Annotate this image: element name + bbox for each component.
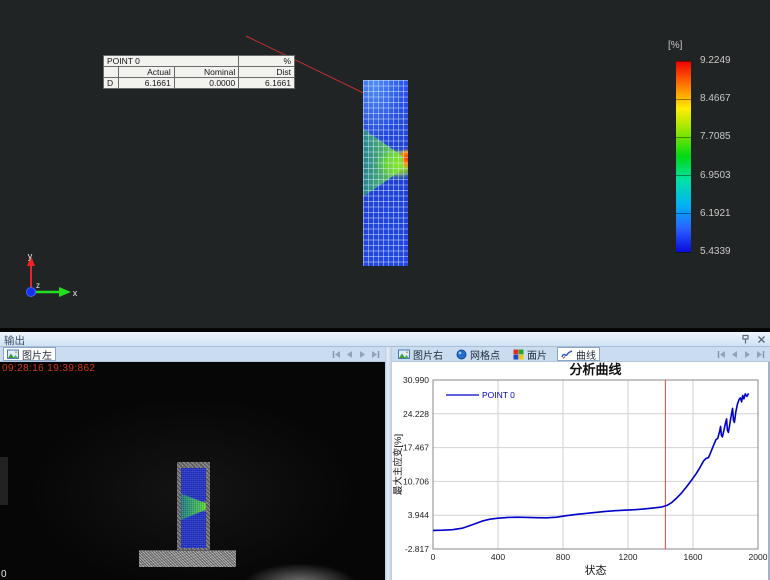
point-annotation-table[interactable]: POINT 0 % Actual Nominal Dist D 6.1661 0… [103, 55, 295, 89]
app-window: POINT 0 % Actual Nominal Dist D 6.1661 0… [0, 0, 770, 580]
legend-tick-label: 7.7085 [700, 131, 760, 142]
y-tick-label: 10.706 [403, 476, 429, 486]
output-panel: 输出 图片左 [0, 332, 770, 580]
value-dist: 6.1661 [239, 78, 295, 89]
analysis-chart[interactable]: 30.990 24.228 17.467 10.706 3.944 -2.8170 400 8… [392, 362, 768, 580]
nav-prev-button[interactable] [345, 350, 354, 359]
nav-next-button[interactable] [743, 350, 752, 359]
legend-tick-label: 6.1921 [700, 208, 760, 219]
timestamp: 09:28:16 19:39:862 [2, 363, 95, 374]
frame-counter: 0 [1, 569, 7, 580]
tab-curve-label: 曲线 [576, 347, 596, 362]
tab-image-right-label: 图片右 [413, 347, 443, 362]
x-tick-label: 1600 [684, 552, 703, 562]
left-image-panel: 图片左 09:28:16 19:39:862 [0, 347, 385, 580]
legend-tick-label: 6.9503 [700, 170, 760, 181]
x-tick-label: 1200 [619, 552, 638, 562]
col-header-nominal: Nominal [174, 67, 239, 78]
x-tick-label: 800 [556, 552, 570, 562]
analysis-chart-area[interactable]: 30.990 24.228 17.467 10.706 3.944 -2.8170 400 8… [392, 362, 770, 580]
legend-tick [676, 252, 691, 253]
axis-y-label: y [28, 251, 33, 261]
axes-triad-icon: y x z [14, 250, 78, 306]
legend-tick-label: 9.2249 [700, 55, 760, 66]
chart-legend-label: POINT 0 [482, 390, 515, 400]
axes-triad: y x z [14, 250, 78, 306]
camera-image-left[interactable]: 09:28:16 19:39:862 0 [0, 362, 385, 580]
tab-grid-points-label: 网格点 [470, 347, 500, 362]
x-tick-label: 400 [491, 552, 505, 562]
row-label: D [104, 78, 119, 89]
image-icon [7, 349, 19, 360]
annotation-title: POINT 0 [104, 56, 239, 67]
x-tick-label: 0 [431, 552, 436, 562]
camera-specimen [177, 462, 210, 552]
legend-tick [676, 175, 691, 176]
value-nominal: 0.0000 [174, 78, 239, 89]
legend-tick [676, 61, 691, 62]
left-tabbar: 图片左 [0, 347, 385, 362]
nav-first-button[interactable] [332, 350, 341, 359]
chart-ylabel: 最大主应变[%] [392, 434, 404, 495]
nav-first-button[interactable] [717, 350, 726, 359]
annotation-unit: % [239, 56, 295, 67]
y-tick-label: 3.944 [408, 510, 430, 520]
col-header-dist: Dist [239, 67, 295, 78]
tab-image-right[interactable]: 图片右 [395, 347, 446, 361]
legend-tick-label: 8.4667 [700, 93, 760, 104]
right-tabbar: 图片右 网格点 面片 曲线 [392, 347, 770, 362]
specimen-base [139, 550, 236, 567]
legend-tick-label: 5.4339 [700, 246, 760, 257]
chart-title: 分析曲线 [569, 362, 621, 377]
panel-splitter[interactable] [385, 347, 392, 580]
legend-tick [676, 99, 691, 100]
tab-image-left[interactable]: 图片左 [3, 347, 56, 361]
camera-strain-overlay [181, 468, 206, 548]
chart-xlabel: 状态 [585, 563, 607, 577]
facet-icon [513, 349, 524, 360]
output-titlebar: 输出 [0, 332, 770, 347]
tab-facets[interactable]: 面片 [510, 347, 550, 361]
right-chart-panel: 图片右 网格点 面片 曲线 [392, 347, 770, 580]
tab-facets-label: 面片 [527, 347, 547, 362]
tab-grid-points[interactable]: 网格点 [453, 347, 503, 361]
y-tick-label: 17.467 [403, 443, 429, 453]
tab-image-left-label: 图片左 [22, 347, 52, 362]
legend-tick [676, 137, 691, 138]
close-icon[interactable] [756, 334, 767, 345]
strain-map-3d[interactable] [363, 80, 408, 266]
output-title: 输出 [4, 335, 25, 347]
nav-prev-button[interactable] [730, 350, 739, 359]
sphere-icon [456, 349, 467, 360]
pin-icon[interactable] [740, 334, 751, 345]
nav-last-button[interactable] [371, 350, 380, 359]
legend-tick [676, 213, 691, 214]
machine-fixture [0, 457, 8, 505]
curve-icon [561, 349, 573, 360]
axis-z-label: z [36, 281, 40, 290]
x-tick-label: 2000 [749, 552, 768, 562]
image-icon [398, 349, 410, 360]
legend-color-bar[interactable] [676, 61, 691, 252]
nav-last-button[interactable] [756, 350, 765, 359]
col-header-actual: Actual [119, 67, 175, 78]
y-tick-label: 24.228 [403, 409, 429, 419]
value-actual: 6.1661 [119, 78, 175, 89]
legend-unit-label: [%] [668, 40, 682, 51]
tab-curve[interactable]: 曲线 [557, 347, 600, 361]
color-legend[interactable]: [%] 9.2249 8.4667 7.7085 6.9503 6.1921 5.4339 [660, 40, 768, 270]
axis-x-label: x [73, 288, 78, 298]
y-tick-label: 30.990 [403, 375, 429, 385]
3d-viewport[interactable]: POINT 0 % Actual Nominal Dist D 6.1661 0… [0, 0, 770, 328]
nav-next-button[interactable] [358, 350, 367, 359]
y-tick-label: -2.817 [405, 544, 429, 554]
